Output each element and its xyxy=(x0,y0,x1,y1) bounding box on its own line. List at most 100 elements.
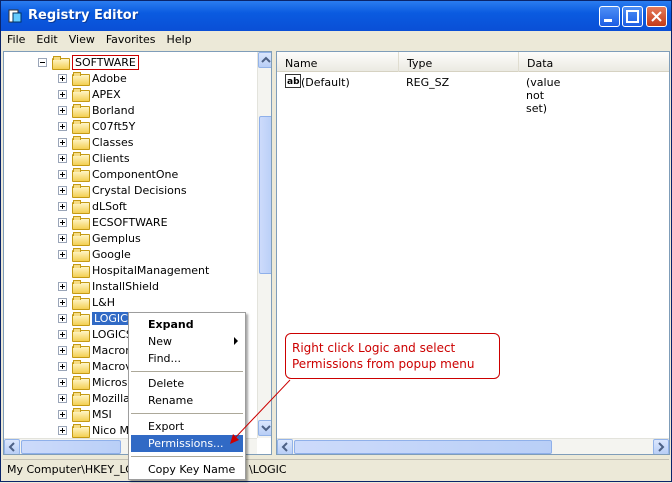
menu-item-permissions[interactable]: Permissions... xyxy=(131,435,243,452)
folder-icon xyxy=(72,184,90,198)
tree-item[interactable]: InstallShield xyxy=(58,278,159,294)
scroll-down-button[interactable] xyxy=(258,420,271,436)
expand-icon[interactable] xyxy=(58,297,67,307)
expand-icon[interactable] xyxy=(58,121,67,131)
expand-icon[interactable] xyxy=(58,89,67,99)
expand-icon[interactable] xyxy=(58,409,67,419)
close-button[interactable] xyxy=(646,6,667,27)
scroll-left-button[interactable] xyxy=(4,439,20,454)
tree-item-label: MSI xyxy=(92,407,112,421)
expand-icon[interactable] xyxy=(58,313,67,323)
expand-icon[interactable] xyxy=(58,425,67,435)
tree-item[interactable]: dLSoft xyxy=(58,198,127,214)
expand-icon[interactable] xyxy=(58,233,67,243)
expand-icon[interactable] xyxy=(58,137,67,147)
menu-item-copy-key-name[interactable]: Copy Key Name xyxy=(131,461,243,478)
menu-item-rename[interactable]: Rename xyxy=(131,392,243,409)
tree-item-logic[interactable]: LOGIC xyxy=(58,310,130,326)
tree-item[interactable]: APEX xyxy=(58,86,121,102)
expand-icon[interactable] xyxy=(58,393,67,403)
folder-icon xyxy=(72,344,90,358)
tree-item[interactable]: Macrov xyxy=(58,358,132,374)
menu-item-export[interactable]: Export xyxy=(131,418,243,435)
expand-icon[interactable] xyxy=(58,377,67,387)
scroll-left-button[interactable] xyxy=(277,439,293,454)
values-list-pane[interactable]: Name Type Data ab (Default) REG_SZ (valu… xyxy=(276,51,670,455)
list-header: Name Type Data xyxy=(277,52,669,72)
folder-icon xyxy=(72,232,90,246)
value-data: (value not set) xyxy=(526,76,561,115)
scroll-thumb[interactable] xyxy=(259,116,271,274)
menu-edit[interactable]: Edit xyxy=(30,31,62,46)
collapse-icon[interactable] xyxy=(38,57,47,67)
tree-item-software[interactable]: SOFTWARE xyxy=(38,54,139,70)
expand-icon[interactable] xyxy=(58,105,67,115)
tree-item[interactable]: ComponentOne xyxy=(58,166,178,182)
tree-item[interactable]: ECSOFTWARE xyxy=(58,214,168,230)
column-header-type[interactable]: Type xyxy=(399,52,519,72)
tree-item[interactable]: Macrom xyxy=(58,342,136,358)
menu-file[interactable]: File xyxy=(1,31,30,46)
menu-view[interactable]: View xyxy=(63,31,100,46)
menu-item-new[interactable]: New xyxy=(131,333,243,350)
expand-icon[interactable] xyxy=(58,329,67,339)
tree-item[interactable]: Microso xyxy=(58,374,134,390)
expand-icon[interactable] xyxy=(58,281,67,291)
scroll-up-button[interactable] xyxy=(258,52,271,68)
context-menu: Expand New Find... Delete Rename Export … xyxy=(128,312,246,480)
expand-icon[interactable] xyxy=(58,345,67,355)
tree-item[interactable]: Adobe xyxy=(58,70,127,86)
tree-item-label: HospitalManagement xyxy=(92,263,210,277)
folder-icon xyxy=(72,296,90,310)
tree-item[interactable]: MozillaF xyxy=(58,390,136,406)
menu-separator xyxy=(131,413,243,414)
menu-favorites[interactable]: Favorites xyxy=(100,31,161,46)
scroll-thumb[interactable] xyxy=(294,440,552,454)
window-title: Registry Editor xyxy=(28,8,139,23)
scroll-right-button[interactable] xyxy=(653,439,669,454)
tree-item[interactable]: Google xyxy=(58,246,131,262)
folder-icon xyxy=(72,328,90,342)
column-header-name[interactable]: Name xyxy=(277,52,399,72)
title-bar[interactable]: Registry Editor xyxy=(1,1,671,31)
expand-icon[interactable] xyxy=(58,185,67,195)
tree-item[interactable]: L&H xyxy=(58,294,115,310)
scroll-thumb[interactable] xyxy=(21,440,121,454)
menu-help[interactable]: Help xyxy=(161,31,197,46)
expand-icon[interactable] xyxy=(58,217,67,227)
registry-editor-window: Registry Editor File Edit View Favorites Hel… xyxy=(0,0,672,482)
tree-vertical-scrollbar[interactable] xyxy=(257,52,271,438)
tree-item[interactable]: MSI xyxy=(58,406,112,422)
tree-item[interactable]: C07ft5Y xyxy=(58,118,135,134)
expand-icon[interactable] xyxy=(58,249,67,259)
tree-item[interactable]: Gemplus xyxy=(58,230,141,246)
folder-icon xyxy=(72,408,90,422)
tree-item[interactable]: HospitalManagement xyxy=(72,262,209,278)
tree-item-label: L&H xyxy=(92,295,115,309)
tree-item-label: LOGICS xyxy=(92,327,133,341)
list-horizontal-scrollbar[interactable] xyxy=(277,438,669,454)
tree-item[interactable]: Nico Ma xyxy=(58,422,136,438)
menu-separator xyxy=(131,456,243,457)
expand-icon[interactable] xyxy=(58,153,67,163)
folder-icon xyxy=(72,280,90,294)
expand-icon[interactable] xyxy=(58,169,67,179)
folder-icon xyxy=(72,216,90,230)
tree-item[interactable]: LOGICS xyxy=(58,326,133,342)
expand-icon[interactable] xyxy=(58,73,67,83)
tree-item[interactable]: Classes xyxy=(58,134,133,150)
tree-item-label: LOGIC xyxy=(92,311,130,325)
menu-item-delete[interactable]: Delete xyxy=(131,375,243,392)
minimize-icon xyxy=(604,19,612,22)
minimize-button[interactable] xyxy=(599,6,620,27)
tree-item[interactable]: Clients xyxy=(58,150,130,166)
expand-icon[interactable] xyxy=(58,361,67,371)
tree-item[interactable]: Borland xyxy=(58,102,135,118)
tree-item[interactable]: Crystal Decisions xyxy=(58,182,187,198)
folder-icon xyxy=(72,424,90,438)
maximize-button[interactable] xyxy=(622,6,643,27)
column-header-data[interactable]: Data xyxy=(519,52,669,72)
menu-item-expand[interactable]: Expand xyxy=(131,316,243,333)
menu-item-find[interactable]: Find... xyxy=(131,350,243,367)
expand-icon[interactable] xyxy=(58,201,67,211)
